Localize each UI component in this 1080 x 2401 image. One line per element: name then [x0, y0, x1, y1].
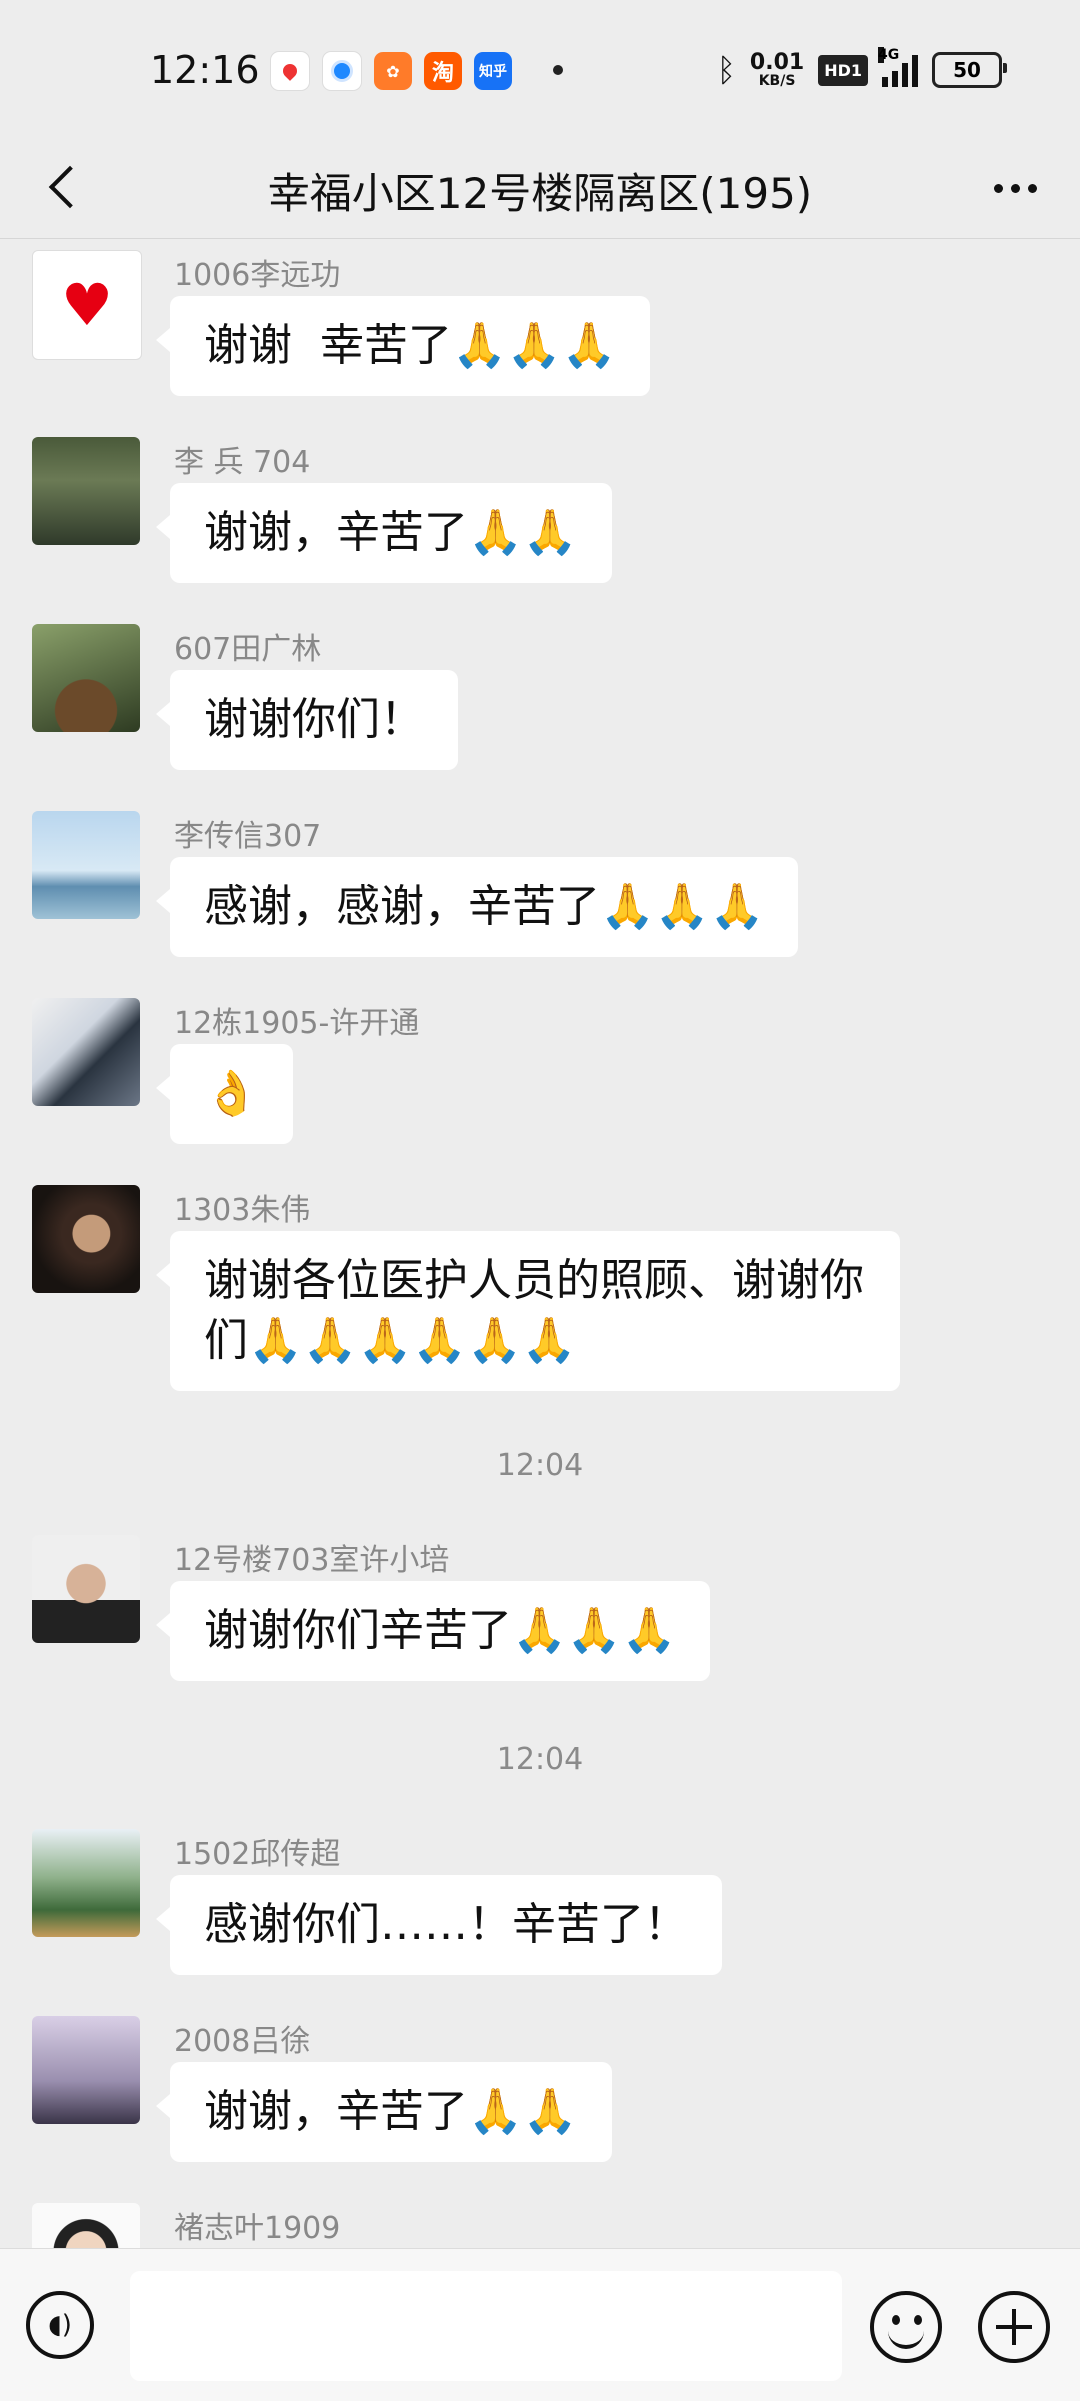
- taobao-icon: 淘: [424, 52, 462, 90]
- message-bubble[interactable]: 谢谢你们辛苦了🙏🙏🙏: [155, 1581, 711, 1681]
- sender-name: 1006李远功: [174, 258, 341, 293]
- sender-name: 2008吕徐: [174, 2024, 311, 2059]
- battery-icon: 50: [932, 52, 1007, 88]
- avatar[interactable]: [32, 437, 140, 545]
- sender-name: 12栋1905-许开通: [174, 1006, 420, 1041]
- network-speed: 0.01 KB/S: [749, 50, 805, 89]
- uc-browser-icon: ✿: [374, 52, 412, 90]
- more-options-button[interactable]: [980, 158, 1050, 218]
- dot-icon: [1027, 183, 1037, 193]
- message-input[interactable]: [130, 2271, 842, 2381]
- status-indicators: ᛒ 0.01 KB/S HD1 4G 50: [716, 47, 1007, 92]
- avatar[interactable]: [32, 998, 140, 1106]
- sender-name: 607田广林: [174, 632, 322, 667]
- dot-icon: [993, 183, 1003, 193]
- avatar[interactable]: [32, 250, 142, 360]
- signal-strength-icon: 4G: [878, 47, 918, 87]
- status-bar: 12:16 ✿ 淘 知乎 ᛒ 0.01 KB/S HD1 4G 50: [0, 0, 1080, 140]
- emoji-button[interactable]: [870, 2291, 942, 2363]
- network-type: 4G: [878, 47, 900, 63]
- more-actions-button[interactable]: [978, 2291, 1050, 2363]
- sender-name: 李传信307: [174, 819, 322, 854]
- chat-title: 幸福小区12号楼隔离区(195): [267, 169, 813, 218]
- message-bubble[interactable]: 谢谢你们！: [156, 670, 458, 770]
- sender-name: 12号楼703室许小培: [174, 1543, 450, 1578]
- status-time: 12:16: [150, 48, 260, 92]
- avatar[interactable]: [32, 811, 140, 919]
- browser-app-icon: [322, 51, 362, 91]
- map-app-icon: [270, 51, 310, 91]
- message-bubble[interactable]: 谢谢 幸苦了🙏🙏🙏: [155, 296, 651, 396]
- chat-header: 幸福小区12号楼隔离区(195): [0, 140, 1080, 239]
- voice-icon: ◖): [48, 2310, 72, 2340]
- message-bubble[interactable]: 感谢，感谢，辛苦了🙏🙏🙏: [155, 857, 799, 957]
- message-bubble[interactable]: 谢谢，辛苦了🙏🙏: [156, 483, 612, 583]
- dot-icon: [1010, 183, 1020, 193]
- message-bubble[interactable]: 谢谢，辛苦了🙏🙏: [156, 2062, 612, 2162]
- chat-input-bar: ◖): [0, 2248, 1080, 2401]
- sender-name: 1303朱伟: [174, 1193, 311, 1228]
- avatar[interactable]: [32, 1829, 140, 1937]
- avatar[interactable]: [32, 1535, 140, 1643]
- more-notifications-dot-icon: [553, 65, 563, 75]
- voice-input-button[interactable]: ◖): [26, 2291, 94, 2359]
- avatar[interactable]: [32, 1185, 140, 1293]
- message-bubble[interactable]: 感谢你们……！辛苦了！: [156, 1875, 722, 1975]
- notification-app-icons: ✿ 淘 知乎: [270, 50, 512, 92]
- sender-name: 1502邱传超: [174, 1837, 341, 1872]
- message-bubble[interactable]: 👌: [156, 1044, 293, 1144]
- message-bubble[interactable]: 谢谢各位医护人员的照顾、谢谢你们🙏🙏🙏🙏🙏🙏: [156, 1231, 900, 1391]
- bluetooth-icon: ᛒ: [716, 51, 736, 89]
- sender-name: 李 兵 704: [174, 445, 311, 480]
- sender-name: 褚志叶1909: [174, 2211, 341, 2246]
- avatar[interactable]: [32, 2016, 140, 2124]
- message-timestamp: 12:04: [496, 1448, 584, 1483]
- message-timestamp: 12:04: [496, 1742, 584, 1777]
- avatar[interactable]: [32, 624, 140, 732]
- hd-voice-icon: HD1: [818, 54, 868, 86]
- zhihu-icon: 知乎: [474, 52, 512, 90]
